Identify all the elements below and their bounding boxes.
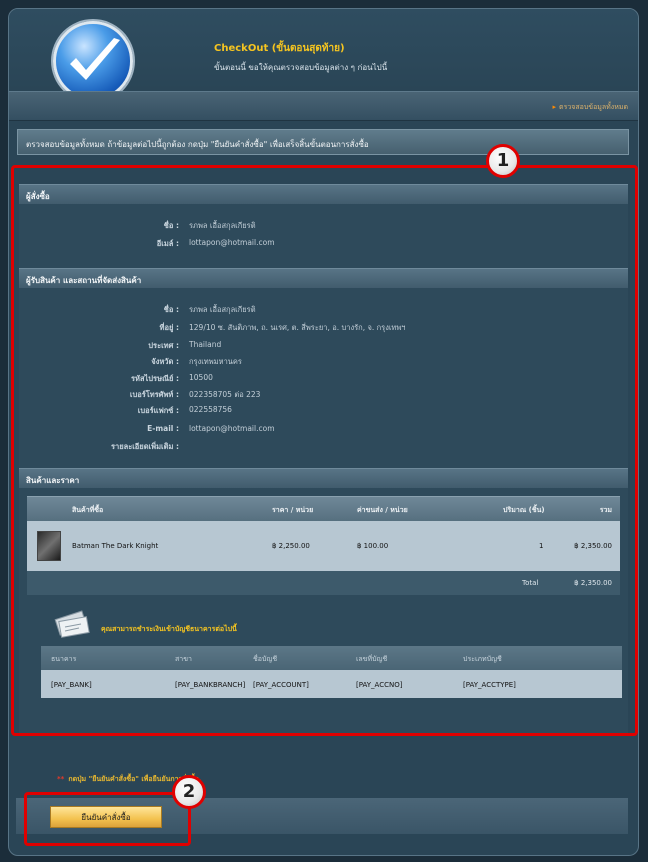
highlight-box-order-summary	[11, 165, 638, 736]
page-title: CheckOut (ขั้นตอนสุดท้าย)	[214, 43, 345, 54]
callout-badge-2: 2	[172, 775, 206, 809]
callout-badge-1: 1	[486, 144, 520, 178]
intro-text: ตรวจสอบข้อมูลทั้งหมด ถ้าข้อมูลต่อไปนี้ถู…	[26, 140, 369, 149]
intro-bar: ตรวจสอบข้อมูลทั้งหมด ถ้าข้อมูลต่อไปนี้ถู…	[17, 129, 629, 155]
arrow-right-icon: ▸	[552, 103, 557, 111]
breadcrumb-bar: ▸ ตรวจสอบข้อมูลทั้งหมด	[9, 91, 638, 121]
checkmark-logo-icon	[53, 21, 133, 101]
header: CheckOut (ขั้นตอนสุดท้าย) ขั้นตอนนี้ ขอใ…	[9, 9, 638, 101]
breadcrumb[interactable]: ▸ ตรวจสอบข้อมูลทั้งหมด	[553, 102, 628, 113]
page-subtitle: ขั้นตอนนี้ ขอให้คุณตรวจสอบข้อมูลต่าง ๆ ก…	[214, 63, 388, 72]
highlight-box-confirm	[24, 792, 191, 846]
